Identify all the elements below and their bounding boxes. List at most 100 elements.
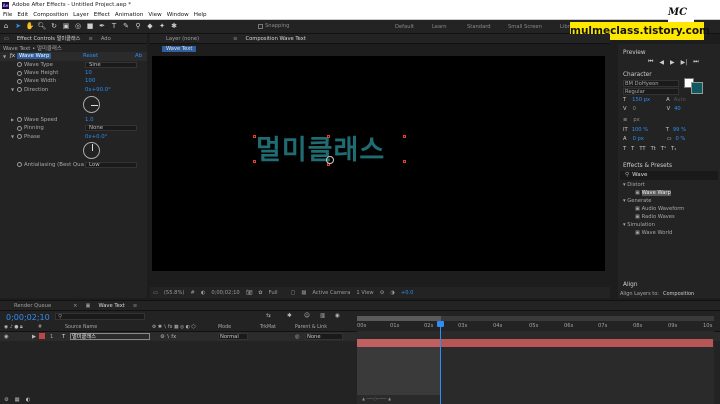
next-frame-icon[interactable]: ▶| — [681, 59, 688, 66]
tracking-value[interactable]: 40 — [674, 106, 681, 112]
snapshot-icon[interactable]: 📷︎ — [246, 290, 253, 296]
wave-width-value[interactable]: 100 — [85, 78, 95, 84]
time-ruler[interactable]: 00s 01s 02s 03s 04s 05s 06s 07s 08s 09s … — [357, 321, 714, 331]
twirl-icon[interactable]: ▼ — [11, 87, 14, 92]
tree-folder-generate[interactable]: ▾ Generate — [623, 198, 720, 206]
zoom-dropdown[interactable]: (55.8%) — [164, 290, 185, 296]
font-size-value[interactable]: 150 px — [632, 97, 666, 103]
effects-search-input[interactable]: Wave — [632, 172, 647, 178]
font-style-dropdown[interactable]: Regular — [623, 88, 679, 96]
tab-composition[interactable]: Composition Wave Text — [241, 36, 309, 42]
menu-layer[interactable]: Layer — [73, 12, 89, 18]
tree-folder-simulation[interactable]: ▾ Simulation — [623, 222, 720, 230]
shy-icon[interactable]: ☺ — [304, 313, 310, 319]
grid-icon[interactable]: # — [190, 290, 194, 296]
bounding-box-handle[interactable] — [327, 135, 330, 138]
last-frame-icon[interactable]: ⏭ — [693, 58, 698, 66]
draft-3d-icon[interactable]: ✱ — [287, 313, 292, 319]
bounding-box-handle[interactable] — [403, 160, 406, 163]
layer-mode-dropdown[interactable]: Normal — [218, 333, 248, 340]
timecode-display[interactable]: 0;00;02;10 — [211, 290, 239, 296]
tab-wave-text[interactable]: Wave Text — [94, 303, 128, 309]
pen-tool-icon[interactable]: ✒ — [98, 22, 107, 31]
playhead-handle[interactable] — [437, 321, 444, 327]
puppet-tool-icon[interactable]: ✱ — [170, 22, 179, 31]
frame-blending-icon[interactable]: ▥ — [320, 313, 325, 319]
align-panel-title[interactable]: Align — [618, 280, 720, 289]
tree-item-wave-warp[interactable]: ▣ Wave Warp — [623, 189, 720, 198]
views-dropdown[interactable]: 1 View — [356, 290, 373, 296]
layer-parent-dropdown[interactable]: None — [305, 333, 343, 340]
wave-height-value[interactable]: 10 — [85, 70, 92, 76]
show-channel-icon[interactable]: ✿ — [258, 290, 262, 296]
zoom-tool-icon[interactable]: 🔍︎ — [38, 22, 47, 31]
snapping-checkbox[interactable] — [258, 23, 263, 29]
tree-folder-distort[interactable]: ▾ Distort — [623, 182, 720, 190]
menu-edit[interactable]: Edit — [17, 12, 28, 18]
stroke-unit[interactable]: px — [633, 117, 639, 123]
workspace-standard[interactable]: Standard — [467, 24, 491, 30]
project-tab-icon[interactable]: ▭ — [0, 36, 13, 42]
direction-value[interactable]: 0x+90.0° — [85, 87, 111, 93]
effect-header-row[interactable]: ▼ ƒx Wave Warp Reset Ab — [0, 52, 147, 61]
direction-dial[interactable] — [83, 95, 100, 113]
tsume-value[interactable]: 0 % — [675, 136, 685, 142]
first-frame-icon[interactable]: ⏮ — [648, 58, 653, 66]
visibility-eye-icon[interactable]: ◉ — [4, 334, 9, 340]
expand-icon[interactable]: ▦ — [15, 397, 20, 403]
phase-value[interactable]: 0x+0.0° — [85, 134, 107, 140]
anchor-point-icon[interactable] — [326, 156, 334, 164]
mask-icon[interactable]: ◐ — [201, 290, 206, 296]
stopwatch-icon[interactable] — [17, 134, 22, 140]
column-parent[interactable]: Parent & Link — [295, 325, 327, 330]
effect-name[interactable]: Wave Warp — [17, 53, 52, 60]
home-icon[interactable]: ⌂ — [2, 22, 11, 31]
subtab-wave-text[interactable]: Wave Text — [162, 46, 197, 52]
layer-name[interactable]: 멀미클래스 — [70, 333, 150, 340]
play-icon[interactable]: ▶ — [670, 59, 675, 66]
comp-mini-flowchart-icon[interactable]: ⇆ — [266, 313, 271, 319]
baseline-shift-value[interactable]: 0 px — [633, 136, 667, 142]
preview-panel-title[interactable]: Preview — [618, 48, 720, 57]
stopwatch-icon[interactable] — [17, 162, 22, 168]
faux-bold-icon[interactable]: T — [623, 146, 626, 152]
twirl-open-icon[interactable]: ▼ — [3, 54, 6, 59]
vertical-scale-value[interactable]: 100 % — [632, 127, 666, 133]
stopwatch-icon[interactable] — [17, 78, 22, 84]
menu-file[interactable]: File — [3, 12, 12, 18]
rotate-tool-icon[interactable]: ↻ — [50, 22, 59, 31]
tab-layer[interactable]: Layer (none) — [162, 36, 203, 42]
fill-color-swatch[interactable] — [691, 81, 703, 94]
pinning-dropdown[interactable]: None — [85, 125, 137, 132]
menu-window[interactable]: Window — [167, 12, 189, 18]
faux-italic-icon[interactable]: T — [631, 146, 634, 152]
column-trkmat[interactable]: TrkMat — [260, 325, 276, 330]
antialiasing-dropdown[interactable]: Low — [85, 161, 137, 168]
menu-effect[interactable]: Effect — [94, 12, 110, 18]
prev-frame-icon[interactable]: ◀ — [659, 59, 664, 66]
toggle-icon[interactable]: ◐ — [26, 397, 31, 403]
tab-menu-icon[interactable]: ≡ — [84, 36, 96, 42]
composition-text-layer[interactable]: 멀미클래스 — [256, 128, 385, 167]
tab-effect-controls[interactable]: Effect Controls 멀미클래스 — [13, 35, 85, 42]
bounding-box-handle[interactable] — [403, 135, 406, 138]
stopwatch-icon[interactable] — [17, 117, 22, 123]
horizontal-scale-value[interactable]: 99 % — [673, 127, 686, 133]
snapping-toggle[interactable]: Snapping — [258, 23, 289, 29]
hand-tool-icon[interactable]: ✋ — [26, 22, 35, 31]
transparency-grid-icon[interactable]: ▦ — [301, 290, 306, 296]
eraser-tool-icon[interactable]: ◆ — [146, 22, 155, 31]
exposure-value[interactable]: +0.0 — [401, 290, 414, 296]
workspace-learn[interactable]: Learn — [432, 24, 447, 30]
reset-link[interactable]: Reset — [83, 53, 98, 59]
wave-speed-value[interactable]: 1.0 — [85, 117, 94, 123]
effects-presets-title[interactable]: Effects & Presets — [618, 162, 720, 171]
small-caps-icon[interactable]: Tt — [651, 146, 656, 152]
layer-duration-bar-start[interactable] — [357, 339, 441, 347]
font-family-dropdown[interactable]: BM DoHyeon — [623, 79, 679, 87]
tree-item-audio-waveform[interactable]: ▣ Audio Waveform — [623, 206, 720, 214]
menu-composition[interactable]: Composition — [33, 12, 68, 18]
region-of-interest-icon[interactable]: ▢ — [291, 290, 296, 296]
workspace-small-screen[interactable]: Small Screen — [508, 24, 542, 30]
superscript-icon[interactable]: T¹ — [661, 146, 666, 152]
